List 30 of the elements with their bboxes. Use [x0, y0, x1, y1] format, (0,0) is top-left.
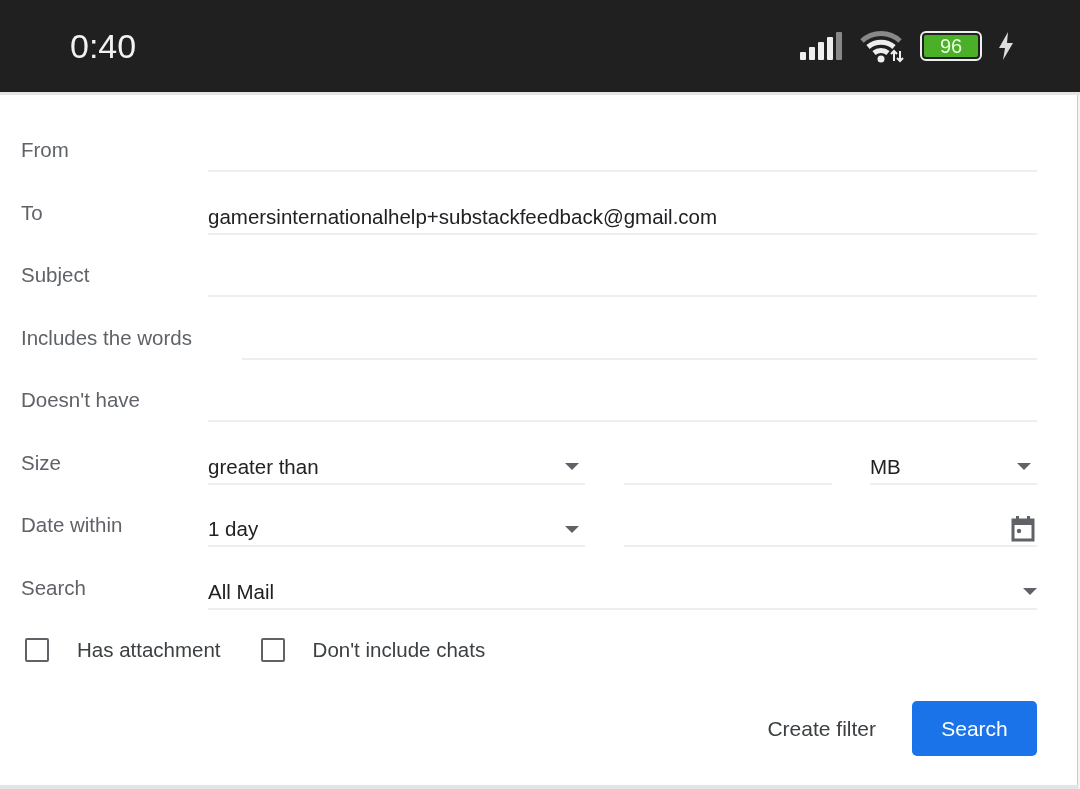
- charging-bolt-icon: [998, 32, 1014, 60]
- checkbox-label: Don't include chats: [312, 638, 486, 662]
- dropdown-caret-icon: [1023, 588, 1037, 596]
- create-filter-button[interactable]: Create filter: [767, 706, 876, 751]
- field-label: To: [21, 200, 44, 225]
- field-label: From: [21, 138, 70, 163]
- size-operator-dropdown[interactable]: greater than: [208, 452, 585, 485]
- search-button[interactable]: Search: [912, 701, 1037, 756]
- checkbox-label: Has attachment: [77, 638, 221, 662]
- checkbox[interactable]: [260, 638, 285, 662]
- field-label: Size: [21, 450, 62, 475]
- mailbox-dropdown[interactable]: All Mail: [208, 577, 1037, 610]
- signal-icon: [800, 32, 844, 60]
- checkbox[interactable]: [25, 638, 49, 662]
- date-input-field[interactable]: [624, 515, 1037, 548]
- wifi-icon: [860, 29, 904, 63]
- calendar-icon[interactable]: [1011, 516, 1035, 543]
- size-unit-dropdown[interactable]: MB: [870, 452, 1037, 485]
- date-range-dropdown[interactable]: 1 day: [208, 515, 585, 548]
- battery-level: 96: [924, 35, 978, 57]
- field-label: Date within: [21, 513, 124, 538]
- field-label: Doesn't have: [21, 388, 142, 413]
- field-label: Search: [21, 575, 87, 600]
- field-label: Subject: [21, 263, 91, 288]
- dropdown-caret-icon: [565, 525, 579, 533]
- dropdown-caret-icon: [1017, 463, 1031, 471]
- field-label: Includes the words: [21, 325, 193, 350]
- text-input-field[interactable]: gamersinternationalhelp+substackfeedback@gmail.com: [208, 202, 1037, 235]
- dropdown-caret-icon: [565, 463, 579, 471]
- clock-time: 0:40: [70, 26, 137, 66]
